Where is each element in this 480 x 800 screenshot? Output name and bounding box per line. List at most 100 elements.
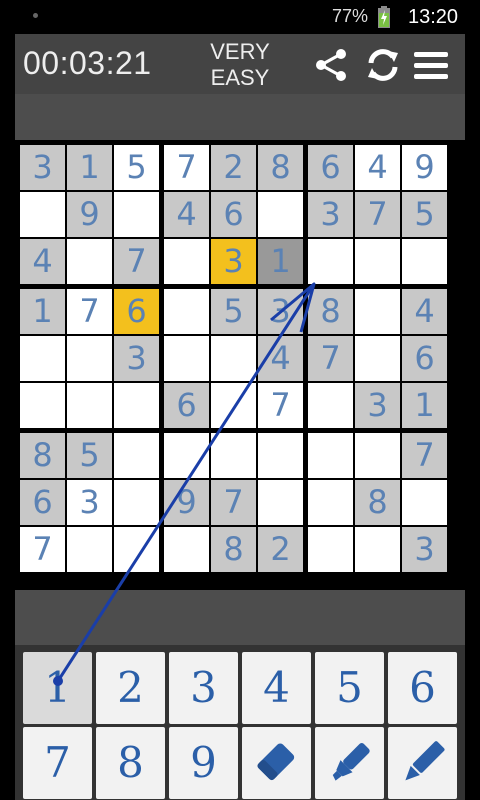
board-cell-r3-c1[interactable]: 4: [20, 239, 65, 284]
board-cell-r8-c2[interactable]: 3: [67, 480, 112, 525]
board-cell-r9-c1[interactable]: 7: [20, 527, 65, 572]
board-cell-r6-c3[interactable]: [114, 383, 159, 428]
share-icon[interactable]: [313, 48, 349, 82]
board-cell-r4-c8[interactable]: [355, 289, 400, 334]
board-cell-r8-c1[interactable]: 6: [20, 480, 65, 525]
keypad-digit-6-button[interactable]: 6: [388, 652, 457, 724]
status-bar: 77% 13:20: [0, 0, 480, 34]
board-cell-r9-c3[interactable]: [114, 527, 159, 572]
board-cell-r2-c1[interactable]: [20, 192, 65, 237]
board-cell-r3-c6[interactable]: 1: [258, 239, 303, 284]
keypad-digit-2-button[interactable]: 2: [96, 652, 165, 724]
board-cell-r5-c9[interactable]: 6: [402, 336, 447, 381]
board-cell-r6-c6[interactable]: 7: [258, 383, 303, 428]
board-cell-r1-c7[interactable]: 6: [308, 145, 353, 190]
keypad-digit-5-button[interactable]: 5: [315, 652, 384, 724]
board-cell-r8-c9[interactable]: [402, 480, 447, 525]
board-cell-r5-c5[interactable]: [211, 336, 256, 381]
board-cell-r8-c5[interactable]: 7: [211, 480, 256, 525]
board-cell-r1-c3[interactable]: 5: [114, 145, 159, 190]
board-cell-r2-c7[interactable]: 3: [308, 192, 353, 237]
board-cell-r7-c6[interactable]: [258, 433, 303, 478]
pencil-icon: [405, 741, 445, 781]
keypad-digit-7-button[interactable]: 7: [23, 727, 92, 799]
board-cell-r6-c5[interactable]: [211, 383, 256, 428]
board-cell-r8-c6[interactable]: [258, 480, 303, 525]
board-cell-r9-c6[interactable]: 2: [258, 527, 303, 572]
board-cell-r4-c6[interactable]: 3: [258, 289, 303, 334]
keypad-digit-8-button[interactable]: 8: [96, 727, 165, 799]
board-cell-r3-c9[interactable]: [402, 239, 447, 284]
board-cell-r1-c9[interactable]: 9: [402, 145, 447, 190]
board-cell-r6-c8[interactable]: 3: [355, 383, 400, 428]
board-cell-r4-c3[interactable]: 6: [114, 289, 159, 334]
board-cell-r1-c1[interactable]: 3: [20, 145, 65, 190]
board-cell-r5-c7[interactable]: 7: [308, 336, 353, 381]
board-cell-r4-c5[interactable]: 5: [211, 289, 256, 334]
board-cell-r7-c3[interactable]: [114, 433, 159, 478]
board-cell-r4-c1[interactable]: 1: [20, 289, 65, 334]
board-cell-r2-c6[interactable]: [258, 192, 303, 237]
board-cell-r1-c2[interactable]: 1: [67, 145, 112, 190]
board-cell-r5-c1[interactable]: [20, 336, 65, 381]
eraser-button[interactable]: [242, 727, 311, 799]
difficulty-line-1: VERY: [210, 39, 270, 64]
board-cell-r5-c8[interactable]: [355, 336, 400, 381]
board-cell-r4-c2[interactable]: 7: [67, 289, 112, 334]
board-cell-r6-c4[interactable]: 6: [164, 383, 209, 428]
board-cell-r7-c5[interactable]: [211, 433, 256, 478]
board-cell-r4-c7[interactable]: 8: [308, 289, 353, 334]
board-cell-r5-c6[interactable]: 4: [258, 336, 303, 381]
board-cell-r7-c7[interactable]: [308, 433, 353, 478]
board-cell-r3-c7[interactable]: [308, 239, 353, 284]
board-cell-r1-c4[interactable]: 7: [164, 145, 209, 190]
board-cell-r6-c9[interactable]: 1: [402, 383, 447, 428]
board-cell-r5-c4[interactable]: [164, 336, 209, 381]
board-cell-r3-c2[interactable]: [67, 239, 112, 284]
keypad-digit-4-button[interactable]: 4: [242, 652, 311, 724]
board-cell-r3-c4[interactable]: [164, 239, 209, 284]
keypad-digit-3-button[interactable]: 3: [169, 652, 238, 724]
board-cell-r5-c3[interactable]: 3: [114, 336, 159, 381]
menu-icon[interactable]: [413, 48, 449, 82]
board-cell-r7-c2[interactable]: 5: [67, 433, 112, 478]
board-cell-r1-c6[interactable]: 8: [258, 145, 303, 190]
board-cell-r3-c5[interactable]: 3: [211, 239, 256, 284]
board-cell-r3-c3[interactable]: 7: [114, 239, 159, 284]
board-cell-r7-c8[interactable]: [355, 433, 400, 478]
board-cell-r9-c8[interactable]: [355, 527, 400, 572]
board-cell-r7-c9[interactable]: 7: [402, 433, 447, 478]
board-cell-r1-c5[interactable]: 2: [211, 145, 256, 190]
board-cell-r2-c4[interactable]: 4: [164, 192, 209, 237]
board-cell-r6-c7[interactable]: [308, 383, 353, 428]
board-cell-r8-c8[interactable]: 8: [355, 480, 400, 525]
keypad-digit-1-button[interactable]: 1: [23, 652, 92, 724]
board-cell-r1-c8[interactable]: 4: [355, 145, 400, 190]
board-cell-r6-c1[interactable]: [20, 383, 65, 428]
board-cell-r2-c8[interactable]: 7: [355, 192, 400, 237]
board-cell-r4-c9[interactable]: 4: [402, 289, 447, 334]
board-cell-r2-c5[interactable]: 6: [211, 192, 256, 237]
board-cell-r7-c1[interactable]: 8: [20, 433, 65, 478]
board-cell-r9-c9[interactable]: 3: [402, 527, 447, 572]
game-timer: 00:03:21: [23, 45, 152, 81]
board-cell-r2-c2[interactable]: 9: [67, 192, 112, 237]
keypad-digit-9-button[interactable]: 9: [169, 727, 238, 799]
board-cell-r9-c4[interactable]: [164, 527, 209, 572]
board-cell-r4-c4[interactable]: [164, 289, 209, 334]
board-cell-r3-c8[interactable]: [355, 239, 400, 284]
highlighter-button[interactable]: [315, 727, 384, 799]
board-cell-r8-c4[interactable]: 9: [164, 480, 209, 525]
board-cell-r5-c2[interactable]: [67, 336, 112, 381]
board-cell-r9-c2[interactable]: [67, 527, 112, 572]
board-cell-r8-c3[interactable]: [114, 480, 159, 525]
pencil-button[interactable]: [388, 727, 457, 799]
board-cell-r2-c9[interactable]: 5: [402, 192, 447, 237]
board-cell-r2-c3[interactable]: [114, 192, 159, 237]
board-cell-r8-c7[interactable]: [308, 480, 353, 525]
refresh-icon[interactable]: [365, 48, 401, 82]
board-cell-r6-c2[interactable]: [67, 383, 112, 428]
board-cell-r9-c5[interactable]: 8: [211, 527, 256, 572]
board-cell-r9-c7[interactable]: [308, 527, 353, 572]
board-cell-r7-c4[interactable]: [164, 433, 209, 478]
